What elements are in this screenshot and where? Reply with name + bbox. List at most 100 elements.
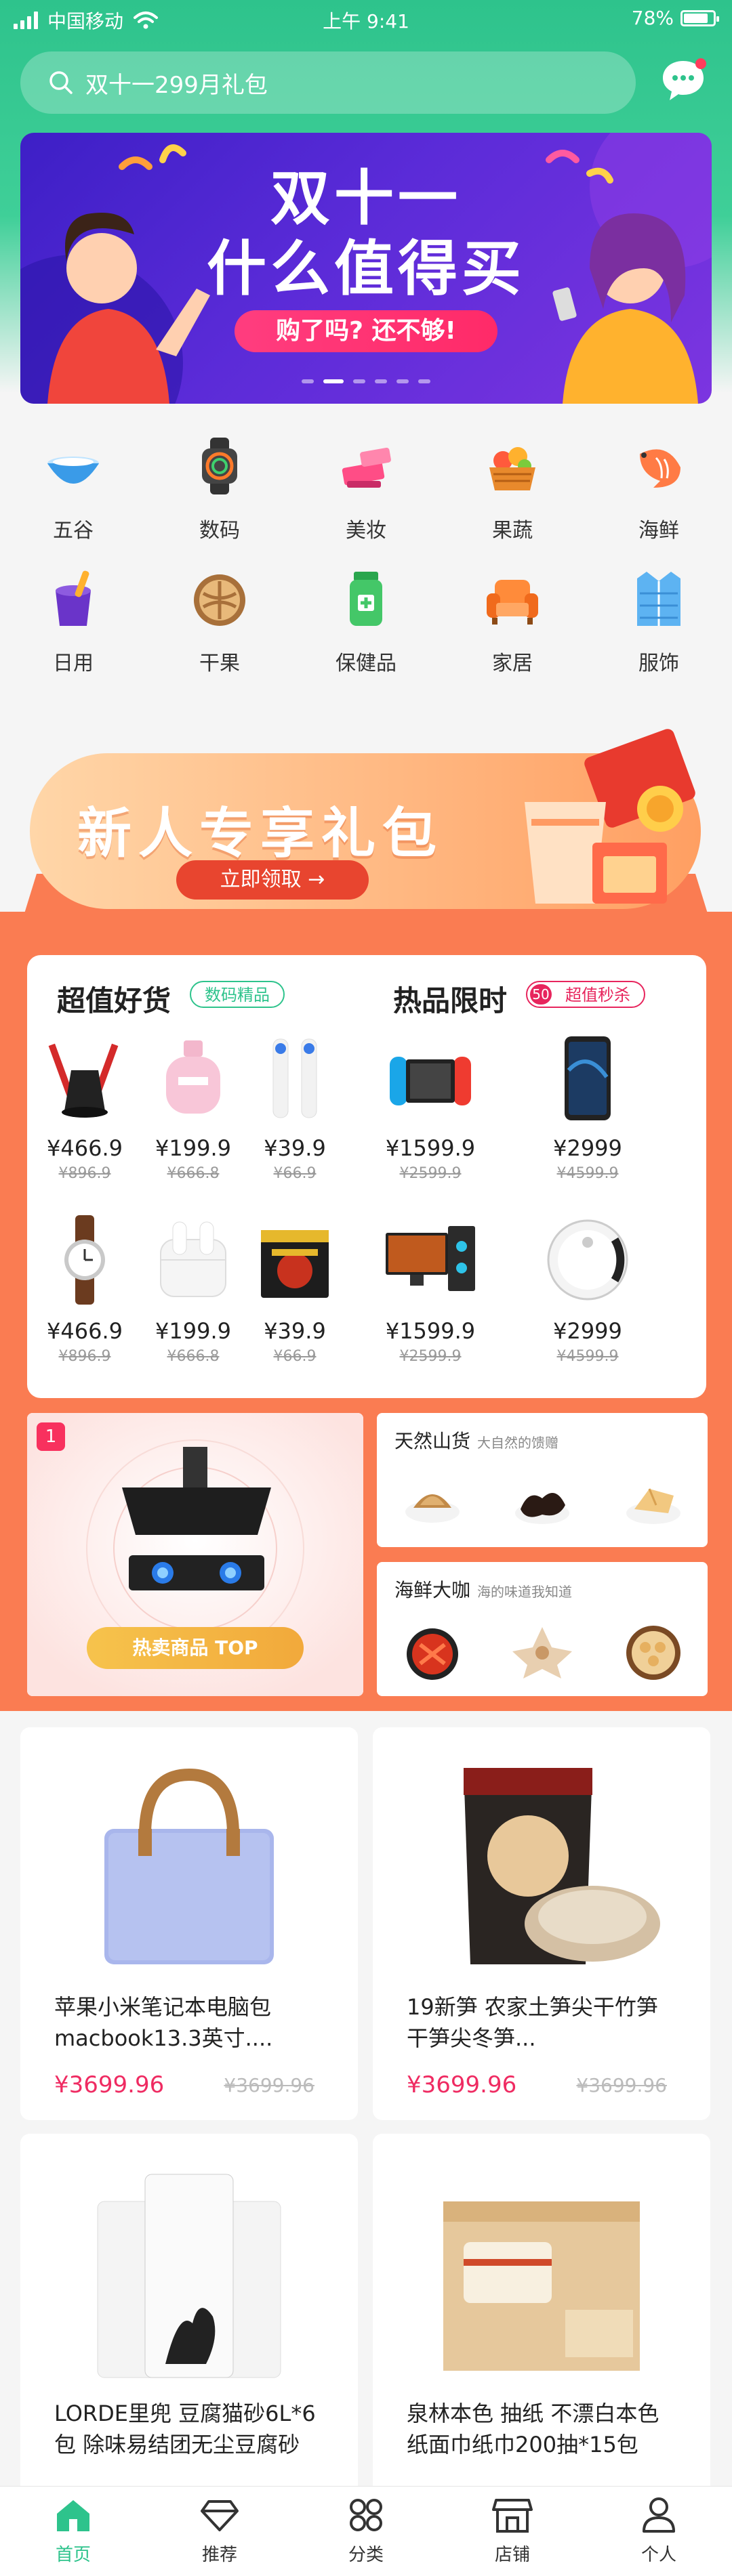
laptop-bag-icon <box>104 1768 274 1964</box>
product-name: 泉林本色 抽纸 不漂白本色纸面巾纸巾200抽*15包 <box>407 2401 659 2457</box>
product-name: LORDE里兜 豆腐猫砂6L*6包 除味易结团无尘豆腐砂 <box>54 2401 316 2457</box>
sofa-icon <box>487 580 538 625</box>
deal-item[interactable]: ¥1599.9 ¥2599.9 <box>380 1030 481 1182</box>
mountain-goods-card[interactable]: 天然山货 大自然的馈赠 <box>377 1413 708 1547</box>
rank-badge: 1 <box>37 1422 65 1451</box>
deal-item[interactable]: ¥1599.9 ¥2599.9 <box>380 1212 481 1365</box>
router-icon <box>48 1043 119 1118</box>
tab-category[interactable]: 分类 <box>293 2496 439 2566</box>
battery-percent: 78% <box>631 7 674 29</box>
digital-picks-tag[interactable]: 数码精品 <box>190 981 285 1008</box>
dumpling-plate-icon <box>626 1626 680 1680</box>
bottom-tab-bar: 首页 推荐 分类 店铺 个人 <box>0 2486 732 2576</box>
game-console-icon <box>390 1057 471 1105</box>
newcomer-gift-banner[interactable]: 新人专享礼包 立即领取 → <box>30 727 701 914</box>
hot-limited-title: 热品限时 <box>393 984 508 1017</box>
category-item-meizhuang[interactable]: 美妆 <box>293 434 439 562</box>
message-icon[interactable] <box>659 57 708 106</box>
product-name: 19新笋 农家土笋尖干竹笋干笋尖冬笋... <box>407 1994 658 2051</box>
category-item-jiaju[interactable]: 家居 <box>439 566 586 695</box>
home-icon <box>57 2500 89 2531</box>
category-item-riyong[interactable]: 日用 <box>0 566 146 695</box>
shrimp-icon <box>640 449 680 488</box>
battery-icon <box>680 9 719 26</box>
clock: 上午 9:41 <box>323 10 409 33</box>
user-icon <box>643 2497 675 2533</box>
seafood-title: 海鲜大咖 <box>394 1579 471 1601</box>
newcomer-title: 新人专享礼包 <box>77 802 443 865</box>
diamond-icon <box>201 2500 239 2531</box>
deal-item[interactable]: ¥466.9 ¥896.9 <box>34 1030 136 1182</box>
product-price: ¥3699.96 <box>54 2071 165 2098</box>
product-card[interactable]: 19新笋 农家土笋尖干竹笋干笋尖冬笋... ¥3699.96 ¥3699.96 <box>373 1727 710 2120</box>
tab-store[interactable]: 店铺 <box>439 2496 586 2566</box>
product-name: 苹果小米笔记本电脑包macbook13.3英寸.... <box>54 1994 273 2051</box>
flash-sale-tag[interactable]: 50 超值秒杀 <box>526 981 645 1008</box>
tab-home[interactable]: 首页 <box>0 2496 146 2566</box>
deal-item[interactable]: ¥2999 ¥4599.9 <box>537 1030 638 1182</box>
phone-icon <box>565 1036 611 1120</box>
watch-icon <box>202 438 237 494</box>
value-goods-title: 超值好货 <box>57 984 171 1017</box>
claim-now-button[interactable]: 立即领取 → <box>176 860 369 900</box>
supplement-box-icon <box>261 1230 329 1298</box>
category-item-haixian[interactable]: 海鲜 <box>586 434 732 562</box>
desktop-pc-icon <box>386 1226 475 1291</box>
product-original-price: ¥3699.96 <box>576 2074 667 2096</box>
product-card[interactable]: 泉林本色 抽纸 不漂白本色纸面巾纸巾200抽*15包 <box>373 2134 710 2527</box>
toothbrush-head-icon <box>272 1038 317 1118</box>
deal-item[interactable]: ¥39.9 ¥66.9 <box>244 1030 346 1182</box>
perfume-icon <box>166 1040 220 1114</box>
category-item-shuma[interactable]: 数码 <box>146 434 293 562</box>
flash-sale-label: 超值秒杀 <box>565 986 630 1005</box>
search-input[interactable]: 双十一299月礼包 <box>20 51 636 114</box>
carousel-indicator[interactable] <box>20 379 712 383</box>
lipstick-icon <box>342 447 391 488</box>
dried-bamboo-icon <box>464 1768 660 1964</box>
category-grid-icon <box>350 2499 382 2531</box>
tissue-box-icon <box>443 2201 640 2371</box>
seafood-card[interactable]: 海鲜大咖 海的味道我知道 <box>377 1562 708 1696</box>
promo-banner[interactable]: 双十一 什么值得买 购了吗? 还不够! <box>20 133 712 404</box>
dried-mushroom-icon <box>405 1494 460 1523</box>
cat-litter-icon <box>97 2174 281 2378</box>
product-card[interactable]: LORDE里兜 豆腐猫砂6L*6包 除味易结团无尘豆腐砂 <box>20 2134 358 2527</box>
hot-products-button[interactable]: 热卖商品 TOP <box>87 1627 304 1669</box>
deals-card: 超值好货 数码精品 热品限时 50 超值秒杀 ¥466.9 ¥896.9 ¥199… <box>27 955 706 1398</box>
scallop-icon <box>512 1627 572 1678</box>
dried-tofu-icon <box>626 1488 680 1524</box>
robot-vacuum-icon <box>547 1219 628 1301</box>
deal-item[interactable]: ¥199.9 ¥666.8 <box>142 1212 244 1365</box>
category-item-baojianpin[interactable]: 保健品 <box>293 566 439 695</box>
search-icon <box>49 71 73 94</box>
walnut-icon <box>194 574 245 626</box>
earbuds-icon <box>160 1221 226 1297</box>
vest-icon <box>637 572 680 626</box>
product-original-price: ¥3699.96 <box>224 2074 314 2096</box>
deal-item[interactable]: ¥199.9 ¥666.8 <box>142 1030 244 1182</box>
crayfish-icon <box>407 1628 458 1680</box>
product-card[interactable]: 苹果小米笔记本电脑包macbook13.3英寸.... ¥3699.96 ¥36… <box>20 1727 358 2120</box>
medicine-bottle-icon <box>350 572 382 626</box>
category-item-wugu[interactable]: 五谷 <box>0 434 146 562</box>
bucket-icon <box>56 570 91 626</box>
category-item-fushi[interactable]: 服饰 <box>586 566 732 695</box>
tab-profile[interactable]: 个人 <box>586 2496 732 2566</box>
deal-item[interactable]: ¥39.9 ¥66.9 <box>244 1212 346 1365</box>
category-item-ganguo[interactable]: 干果 <box>146 566 293 695</box>
mountain-goods-title: 天然山货 <box>394 1430 471 1452</box>
fruit-basket-icon <box>489 447 535 490</box>
banner-headline-2: 什么值得买 <box>206 234 525 303</box>
deal-item[interactable]: ¥2999 ¥4599.9 <box>537 1212 638 1365</box>
store-icon <box>492 2499 533 2533</box>
gift-package-icon <box>525 729 695 904</box>
deal-item[interactable]: ¥466.9 ¥896.9 <box>34 1212 136 1365</box>
bowl-icon <box>47 457 99 484</box>
hot-products-card[interactable]: 1 热卖商品 TOP <box>27 1413 363 1696</box>
flash-sale-badge: 50 <box>530 984 552 1005</box>
black-fungus-icon <box>515 1493 569 1524</box>
status-bar: 中国移动 上午 9:41 78% <box>0 0 732 41</box>
category-item-guoshu[interactable]: 果蔬 <box>439 434 586 562</box>
product-price: ¥3699.96 <box>407 2071 517 2098</box>
tab-recommend[interactable]: 推荐 <box>146 2496 293 2566</box>
